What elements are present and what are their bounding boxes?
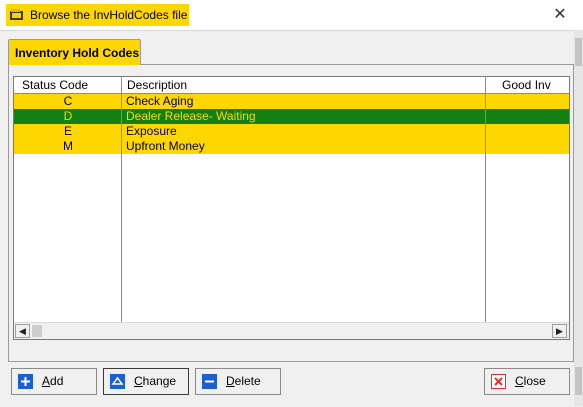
cell-status-code: M bbox=[63, 139, 73, 153]
change-label: hange bbox=[142, 374, 177, 388]
close-label: lose bbox=[523, 374, 546, 388]
triangle-up-icon bbox=[110, 374, 125, 389]
add-hotkey: A bbox=[42, 374, 51, 388]
window-close-button[interactable]: ✕ bbox=[548, 4, 572, 26]
cell-description: Upfront Money bbox=[126, 139, 205, 153]
window-vertical-scrollbar[interactable] bbox=[574, 30, 583, 406]
plus-icon bbox=[18, 374, 33, 389]
scroll-thumb-bottom[interactable] bbox=[575, 367, 582, 395]
cell-status-code: D bbox=[63, 109, 73, 123]
hold-codes-table[interactable]: Status Code Description Good Inv C Check… bbox=[13, 76, 570, 340]
scroll-thumb-top[interactable] bbox=[575, 38, 582, 66]
delete-hotkey: D bbox=[226, 374, 235, 388]
cell-description: Dealer Release- Waiting bbox=[126, 109, 256, 123]
column-header-status-code[interactable]: Status Code bbox=[14, 77, 122, 94]
scroll-left-icon[interactable]: ◀ bbox=[15, 324, 30, 338]
change-button[interactable]: Change bbox=[103, 368, 189, 395]
column-header-good-inv[interactable]: Good Inv bbox=[486, 77, 569, 94]
horizontal-scroll-thumb[interactable] bbox=[32, 325, 42, 337]
minus-icon bbox=[202, 374, 217, 389]
column-divider bbox=[121, 94, 122, 323]
app-icon bbox=[10, 9, 23, 20]
add-label: dd bbox=[50, 374, 64, 388]
close-button[interactable]: Close bbox=[484, 368, 570, 395]
scroll-right-icon[interactable]: ▶ bbox=[552, 324, 567, 338]
close-x-icon bbox=[491, 374, 506, 389]
add-button[interactable]: Add bbox=[11, 368, 97, 395]
delete-label: elete bbox=[234, 374, 261, 388]
cell-status-code: C bbox=[63, 94, 73, 108]
cell-description: Check Aging bbox=[126, 94, 194, 108]
change-hotkey: C bbox=[134, 374, 143, 388]
window-title: Browse the InvHoldCodes file bbox=[30, 8, 188, 22]
column-header-description[interactable]: Description bbox=[122, 77, 486, 94]
close-hotkey: C bbox=[515, 374, 524, 388]
horizontal-scrollbar[interactable]: ◀ ▶ bbox=[14, 322, 569, 339]
delete-button[interactable]: Delete bbox=[195, 368, 281, 395]
column-divider bbox=[485, 94, 486, 323]
cell-description: Exposure bbox=[126, 124, 177, 138]
cell-status-code: E bbox=[63, 124, 72, 138]
tab-inventory-hold-codes[interactable]: Inventory Hold Codes bbox=[8, 39, 141, 65]
title-bar: Browse the InvHoldCodes file ✕ bbox=[0, 0, 583, 30]
